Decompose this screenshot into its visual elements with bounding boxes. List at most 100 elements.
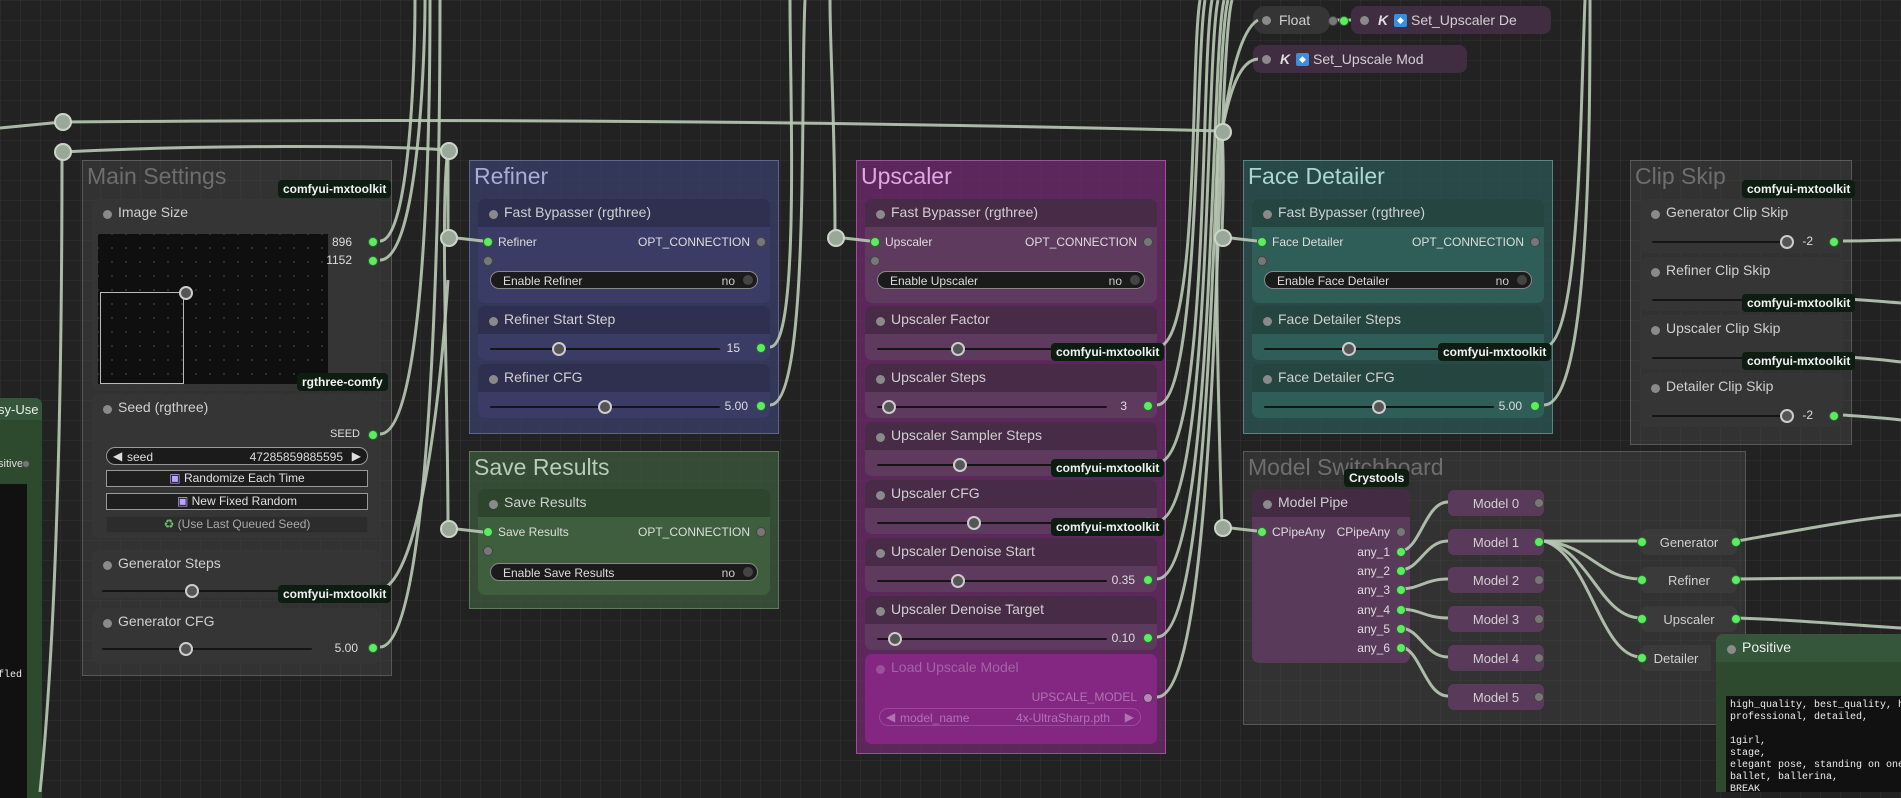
positive-node[interactable]: Positive high_quality, best_quality, hig… xyxy=(1716,634,1901,792)
float-output-port[interactable] xyxy=(1328,16,1338,26)
model-1-node[interactable]: Model 1 xyxy=(1448,529,1544,555)
seed-output-port[interactable] xyxy=(368,430,378,440)
upscaler-output-port[interactable] xyxy=(1143,237,1153,247)
float-node[interactable]: Float xyxy=(1253,6,1330,34)
face-detailer-cfg-output[interactable] xyxy=(1530,401,1540,411)
generator-target-output[interactable] xyxy=(1731,537,1741,547)
face-detailer-cfg-knob[interactable] xyxy=(1372,400,1386,414)
reroute-dot[interactable] xyxy=(54,113,72,131)
detailer-target-node[interactable]: Detailer xyxy=(1641,645,1711,671)
model-pipe-any3-port[interactable] xyxy=(1396,585,1406,595)
refiner-start-step-slider[interactable] xyxy=(490,348,720,350)
image-size-width-output[interactable] xyxy=(368,237,378,247)
model-pipe-any6-port[interactable] xyxy=(1396,643,1406,653)
save-results-toggle[interactable]: Enable Save Results no xyxy=(490,563,758,581)
generator-clip-skip-output[interactable] xyxy=(1829,237,1839,247)
upscaler-empty-port[interactable] xyxy=(870,256,880,266)
refiner-input-port[interactable] xyxy=(483,237,493,247)
generator-steps-knob[interactable] xyxy=(185,584,199,598)
upscaler-denoise-target-output[interactable] xyxy=(1143,633,1153,643)
seed-node[interactable]: Seed (rgthree) SEED ◀ seed 4728585988559… xyxy=(92,394,380,538)
refiner-start-step-node[interactable]: Refiner Start Step 15 xyxy=(478,306,770,360)
model-3-output-port[interactable] xyxy=(1534,614,1544,624)
upscaler-denoise-start-knob[interactable] xyxy=(950,574,965,588)
image-size-height-output[interactable] xyxy=(368,256,378,266)
model-0-node[interactable]: Model 0 xyxy=(1448,490,1544,516)
upscaler-target-output[interactable] xyxy=(1731,614,1741,624)
upscaler-toggle[interactable]: Enable Upscaler no xyxy=(877,271,1145,289)
detailer-clip-skip-knob[interactable] xyxy=(1780,409,1794,423)
detailer-clip-skip-slider[interactable] xyxy=(1652,415,1792,417)
reroute-dot[interactable] xyxy=(1214,123,1232,141)
model-pipe-input-port[interactable] xyxy=(1257,527,1267,537)
detailer-target-input[interactable] xyxy=(1637,653,1647,663)
generator-cfg-slider[interactable] xyxy=(102,648,312,650)
upscaler-input-port[interactable] xyxy=(870,237,880,247)
upscaler-denoise-target-knob[interactable] xyxy=(888,632,903,646)
generator-target-input[interactable] xyxy=(1637,537,1647,547)
set-upscaler-de-input[interactable] xyxy=(1339,16,1349,26)
refiner-cfg-output[interactable] xyxy=(756,401,766,411)
generator-cfg-node[interactable]: Generator CFG 5.00 xyxy=(92,608,380,664)
refiner-start-step-knob[interactable] xyxy=(552,342,566,356)
upscaler-factor-knob[interactable] xyxy=(950,342,965,356)
new-fixed-random-button[interactable]: ▣ New Fixed Random xyxy=(106,493,368,510)
upscaler-denoise-start-node[interactable]: Upscaler Denoise Start 0.35 xyxy=(865,538,1157,592)
positive-textarea[interactable]: high_quality, best_quality, high profess… xyxy=(1726,696,1901,792)
upscaler-steps-output[interactable] xyxy=(1143,401,1153,411)
save-results-input-port[interactable] xyxy=(483,527,493,537)
save-results-empty-port[interactable] xyxy=(483,546,493,556)
upscaler-steps-knob[interactable] xyxy=(881,400,896,414)
set-upscale-mod-node[interactable]: K ◆ Set_Upscale Mod xyxy=(1253,45,1467,73)
refiner-start-step-output[interactable] xyxy=(756,343,766,353)
face-detailer-bypasser-node[interactable]: Fast Bypasser (rgthree) Face Detailer OP… xyxy=(1252,199,1544,303)
save-results-output-port[interactable] xyxy=(756,527,766,537)
model-2-output-port[interactable] xyxy=(1534,575,1544,585)
refiner-cfg-knob[interactable] xyxy=(598,400,612,414)
model-pipe-any4-port[interactable] xyxy=(1396,605,1406,615)
upscaler-target-input[interactable] xyxy=(1637,614,1647,624)
load-upscale-model-output-port[interactable] xyxy=(1143,693,1153,703)
load-upscale-model-node[interactable]: Load Upscale Model UPSCALE_MODEL ◀ model… xyxy=(865,654,1157,744)
partial-node-left[interactable]: sy-Use sitive ffled xyxy=(0,398,42,798)
model-pipe-any2-port[interactable] xyxy=(1396,566,1406,576)
detailer-clip-skip-node[interactable]: Detailer Clip Skip -2 xyxy=(1640,373,1843,427)
refiner-target-input[interactable] xyxy=(1637,575,1647,585)
model-2-node[interactable]: Model 2 xyxy=(1448,567,1544,593)
partial-node-port[interactable] xyxy=(22,460,30,468)
upscaler-denoise-target-node[interactable]: Upscaler Denoise Target 0.10 xyxy=(865,596,1157,650)
upscaler-bypasser-node[interactable]: Fast Bypasser (rgthree) Upscaler OPT_CON… xyxy=(865,199,1157,303)
upscaler-denoise-start-slider[interactable] xyxy=(877,580,1107,582)
model-5-output-port[interactable] xyxy=(1534,692,1544,702)
model-5-node[interactable]: Model 5 xyxy=(1448,684,1544,710)
seed-left-arrow[interactable]: ◀ xyxy=(113,449,122,463)
face-detailer-toggle[interactable]: Enable Face Detailer no xyxy=(1264,271,1532,289)
upscaler-sampler-steps-knob[interactable] xyxy=(952,458,967,472)
model-pipe-any5-port[interactable] xyxy=(1396,624,1406,634)
model-4-node[interactable]: Model 4 xyxy=(1448,645,1544,671)
model-name-right-arrow[interactable]: ▶ xyxy=(1125,710,1134,724)
save-results-node[interactable]: Save Results Save Results OPT_CONNECTION… xyxy=(478,489,770,595)
reroute-dot[interactable] xyxy=(440,520,458,538)
upscaler-steps-slider[interactable] xyxy=(877,406,1107,408)
upscaler-denoise-start-output[interactable] xyxy=(1143,575,1153,585)
model-1-output-port[interactable] xyxy=(1534,537,1544,547)
refiner-target-output[interactable] xyxy=(1731,575,1741,585)
reroute-dot[interactable] xyxy=(827,229,845,247)
seed-right-arrow[interactable]: ▶ xyxy=(352,449,361,463)
refiner-toggle[interactable]: Enable Refiner no xyxy=(490,271,758,289)
partial-node-textarea[interactable]: ffled xyxy=(0,484,27,798)
upscaler-steps-node[interactable]: Upscaler Steps 3 xyxy=(865,364,1157,418)
generator-target-node[interactable]: Generator xyxy=(1641,529,1737,555)
set-upscaler-de-node[interactable]: K ◆ Set_Upscaler De xyxy=(1351,6,1551,34)
model-pipe-output-port[interactable] xyxy=(1396,527,1406,537)
reroute-dot[interactable] xyxy=(54,143,72,161)
face-detailer-cfg-node[interactable]: Face Detailer CFG 5.00 xyxy=(1252,364,1544,418)
upscaler-target-node[interactable]: Upscaler xyxy=(1641,606,1737,632)
face-detailer-output-port[interactable] xyxy=(1530,237,1540,247)
model-name-widget[interactable]: ◀ model_name 4x-UltraSharp.pth ▶ xyxy=(879,708,1141,726)
model-pipe-node[interactable]: Model Pipe CPipeAny CPipeAny any_1 any_2… xyxy=(1252,489,1410,663)
reroute-dot[interactable] xyxy=(1214,519,1232,537)
image-size-canvas[interactable] xyxy=(98,234,328,384)
reroute-dot[interactable] xyxy=(440,229,458,247)
